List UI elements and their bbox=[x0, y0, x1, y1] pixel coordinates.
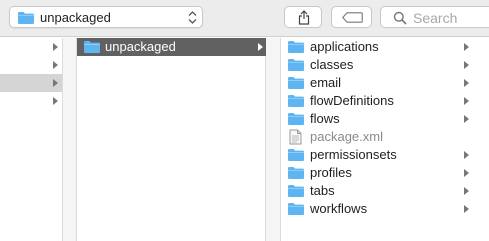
file-icon bbox=[289, 129, 302, 145]
folder-row-unpackaged[interactable]: unpackaged bbox=[77, 38, 266, 56]
folder-icon bbox=[288, 185, 304, 197]
column1-row[interactable] bbox=[0, 38, 62, 56]
folder-row-profiles[interactable]: profiles bbox=[281, 164, 489, 182]
chevron-right-icon bbox=[53, 79, 58, 87]
browser-column-3[interactable]: applications classes email flowDefinitio… bbox=[280, 38, 489, 241]
folder-label: tabs bbox=[310, 183, 335, 198]
chevron-right-icon bbox=[464, 151, 469, 159]
file-label: package.xml bbox=[310, 129, 383, 144]
chevron-right-icon bbox=[464, 61, 469, 69]
browser-column-1[interactable] bbox=[0, 38, 63, 241]
search-field[interactable]: Search bbox=[380, 6, 489, 28]
chevron-right-icon bbox=[464, 115, 469, 123]
folder-label: unpackaged bbox=[105, 39, 176, 54]
search-placeholder: Search bbox=[413, 10, 458, 26]
chevron-right-icon bbox=[53, 61, 58, 69]
updown-arrows-icon bbox=[188, 11, 197, 24]
share-icon bbox=[298, 10, 310, 25]
search-icon bbox=[393, 11, 407, 25]
path-popup-label: unpackaged bbox=[40, 10, 111, 25]
chevron-right-icon bbox=[464, 79, 469, 87]
chevron-right-icon bbox=[464, 205, 469, 213]
folder-icon bbox=[288, 59, 304, 71]
folder-label: email bbox=[310, 75, 342, 90]
folder-icon bbox=[288, 77, 304, 89]
column1-row[interactable] bbox=[0, 56, 62, 74]
folder-icon bbox=[288, 113, 304, 125]
column-divider[interactable] bbox=[266, 38, 280, 241]
folder-label: profiles bbox=[310, 165, 352, 180]
chevron-right-icon bbox=[464, 43, 469, 51]
folder-row-flows[interactable]: flows bbox=[281, 110, 489, 128]
folder-icon bbox=[288, 149, 304, 161]
chevron-right-icon bbox=[53, 43, 58, 51]
finder-toolbar: unpackaged Search bbox=[0, 0, 489, 37]
folder-icon bbox=[18, 12, 34, 24]
folder-label: workflows bbox=[310, 201, 368, 216]
tag-icon bbox=[342, 12, 363, 23]
share-button[interactable] bbox=[284, 6, 322, 28]
tag-button[interactable] bbox=[331, 6, 372, 28]
folder-label: permissionsets bbox=[310, 147, 397, 162]
folder-icon bbox=[288, 41, 304, 53]
folder-row-tabs[interactable]: tabs bbox=[281, 182, 489, 200]
folder-label: flowDefinitions bbox=[310, 93, 394, 108]
folder-row-classes[interactable]: classes bbox=[281, 56, 489, 74]
path-popup-button[interactable]: unpackaged bbox=[9, 6, 203, 28]
folder-icon bbox=[288, 95, 304, 107]
folder-row-permissionsets[interactable]: permissionsets bbox=[281, 146, 489, 164]
chevron-right-icon bbox=[464, 169, 469, 177]
folder-label: applications bbox=[310, 39, 379, 54]
browser-column-2[interactable]: unpackaged bbox=[76, 38, 266, 241]
folder-icon bbox=[84, 41, 100, 53]
chevron-right-icon bbox=[464, 97, 469, 105]
column1-row-selected[interactable] bbox=[0, 74, 62, 92]
folder-row-workflows[interactable]: workflows bbox=[281, 200, 489, 218]
folder-row-email[interactable]: email bbox=[281, 74, 489, 92]
column-divider[interactable] bbox=[63, 38, 76, 241]
folder-row-flowdefinitions[interactable]: flowDefinitions bbox=[281, 92, 489, 110]
column1-row[interactable] bbox=[0, 92, 62, 110]
folder-icon bbox=[288, 203, 304, 215]
folder-icon bbox=[288, 167, 304, 179]
chevron-right-icon bbox=[53, 97, 58, 105]
folder-row-applications[interactable]: applications bbox=[281, 38, 489, 56]
folder-label: flows bbox=[310, 111, 340, 126]
folder-label: classes bbox=[310, 57, 354, 72]
chevron-right-icon bbox=[464, 187, 469, 195]
chevron-right-icon bbox=[258, 43, 263, 51]
file-row-package-xml[interactable]: package.xml bbox=[281, 128, 489, 146]
